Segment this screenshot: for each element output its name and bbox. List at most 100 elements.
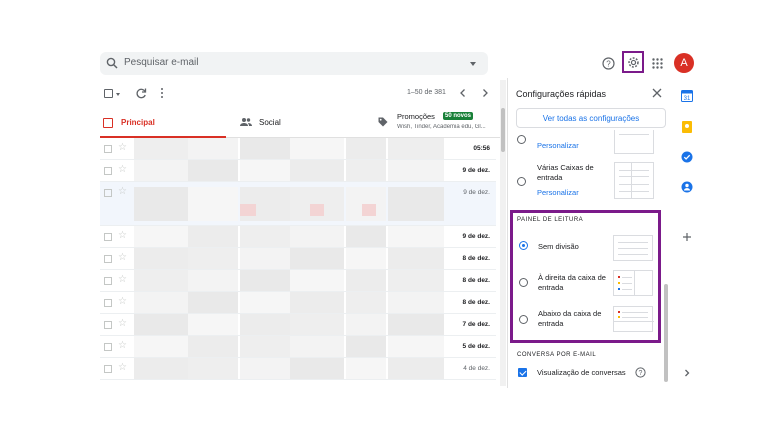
obscured-content: [290, 358, 344, 379]
add-icon[interactable]: [681, 231, 693, 243]
star-icon[interactable]: ☆: [118, 231, 127, 241]
refresh-icon[interactable]: [135, 87, 147, 99]
table-row[interactable]: ☆ 8 de dez.: [100, 270, 496, 292]
table-row[interactable]: ☆ 7 de dez.: [100, 314, 496, 336]
see-all-settings-button[interactable]: Ver todas as configurações: [516, 108, 666, 128]
row-checkbox[interactable]: [104, 189, 112, 197]
row-date: 7 de dez.: [462, 321, 490, 328]
multiple-inboxes-label: Várias Caixas de entrada: [537, 163, 594, 182]
scrollbar-thumb[interactable]: [501, 108, 505, 152]
obscured-content: [388, 160, 444, 181]
tab-label: Social: [259, 118, 281, 127]
star-icon[interactable]: ☆: [118, 341, 127, 351]
obscured-content: [240, 336, 290, 357]
close-icon[interactable]: [652, 88, 662, 98]
obscured-content: [290, 138, 344, 159]
tag-icon: [378, 117, 388, 127]
help-button[interactable]: ?: [599, 54, 617, 72]
chevron-right-icon[interactable]: [681, 367, 693, 379]
obscured-content: [290, 270, 344, 291]
row-date: 9 de dez.: [463, 189, 490, 196]
tab-primary[interactable]: Principal: [100, 108, 226, 138]
obscured-content: [388, 270, 444, 291]
panel-scrollbar[interactable]: [664, 284, 668, 382]
obscured-content: [346, 314, 386, 335]
search-icon: [106, 57, 118, 69]
table-row[interactable]: ☆ 8 de dez.: [100, 248, 496, 270]
search-options-icon[interactable]: [470, 62, 476, 66]
row-checkbox[interactable]: [104, 233, 112, 241]
star-icon[interactable]: ☆: [118, 275, 127, 285]
row-checkbox[interactable]: [104, 255, 112, 263]
obscured-content: [346, 358, 386, 379]
star-icon[interactable]: ☆: [118, 165, 127, 175]
star-icon[interactable]: ☆: [118, 319, 127, 329]
table-row[interactable]: ☆ 8 de dez.: [100, 292, 496, 314]
star-icon[interactable]: ☆: [118, 187, 127, 197]
mail-list: ☆ 05:56 ☆ 9 de dez. ☆ 9 de dez. ☆ 9 de dez. ☆ 8 d…: [100, 138, 496, 384]
obscured-content: [388, 187, 444, 221]
star-icon[interactable]: ☆: [118, 143, 127, 153]
keep-icon[interactable]: [681, 121, 693, 133]
tab-promotions[interactable]: Promoções 50 novos Wish, Tinder, Academi…: [378, 108, 500, 138]
obscured-content: [188, 314, 238, 335]
star-icon[interactable]: ☆: [118, 297, 127, 307]
obscured-content: [388, 138, 444, 159]
search-bar[interactable]: Pesquisar e-mail: [100, 52, 488, 75]
row-date: 8 de dez.: [462, 255, 490, 262]
help-icon: ?: [601, 56, 615, 70]
obscured-content: [240, 226, 290, 247]
obscured-content: [388, 336, 444, 357]
tab-social[interactable]: Social: [240, 108, 370, 138]
more-vert-icon[interactable]: [160, 87, 164, 99]
row-date: 05:56: [473, 145, 490, 152]
row-date: 9 de dez.: [462, 167, 490, 174]
row-checkbox[interactable]: [104, 299, 112, 307]
avatar[interactable]: A: [674, 53, 694, 73]
obscured-content: [310, 204, 324, 216]
pagination-label: 1–50 de 381: [407, 89, 446, 96]
tasks-icon[interactable]: [681, 151, 693, 163]
row-checkbox[interactable]: [104, 321, 112, 329]
search-input[interactable]: Pesquisar e-mail: [124, 57, 198, 68]
obscured-content: [362, 204, 376, 216]
density-radio[interactable]: [517, 135, 526, 144]
table-row[interactable]: ☆ 9 de dez.: [100, 160, 496, 182]
customize-link[interactable]: Personalizar: [537, 141, 579, 150]
row-date: 8 de dez.: [462, 299, 490, 306]
obscured-content: [240, 204, 256, 216]
table-row[interactable]: ☆ 5 de dez.: [100, 336, 496, 358]
contacts-icon[interactable]: [681, 181, 693, 193]
customize-link[interactable]: Personalizar: [537, 188, 579, 197]
obscured-content: [134, 336, 188, 357]
star-icon[interactable]: ☆: [118, 363, 127, 373]
multiple-inboxes-radio[interactable]: [517, 177, 526, 186]
obscured-content: [290, 292, 344, 313]
table-row[interactable]: ☆ 9 de dez.: [100, 226, 496, 248]
star-icon[interactable]: ☆: [118, 253, 127, 263]
select-all-checkbox[interactable]: [104, 89, 113, 98]
calendar-icon[interactable]: 31: [681, 90, 693, 102]
obscured-content: [134, 138, 188, 159]
tab-label: Principal: [121, 118, 155, 127]
apps-button[interactable]: [648, 54, 666, 72]
row-date: 4 de dez.: [463, 365, 490, 372]
help-icon[interactable]: ?: [635, 367, 646, 378]
settings-button[interactable]: [622, 51, 644, 73]
obscured-content: [388, 314, 444, 335]
obscured-content: [188, 138, 238, 159]
table-row[interactable]: ☆ 9 de dez.: [100, 182, 496, 226]
chevron-left-icon[interactable]: [458, 87, 468, 99]
row-checkbox[interactable]: [104, 145, 112, 153]
select-menu-icon[interactable]: [116, 93, 120, 96]
chevron-right-icon[interactable]: [480, 87, 490, 99]
row-checkbox[interactable]: [104, 343, 112, 351]
row-checkbox[interactable]: [104, 365, 112, 373]
table-row[interactable]: ☆ 4 de dez.: [100, 358, 496, 380]
mail-list-scrollbar[interactable]: [500, 80, 506, 386]
row-checkbox[interactable]: [104, 167, 112, 175]
conversation-view-checkbox[interactable]: [518, 368, 527, 377]
table-row[interactable]: ☆ 05:56: [100, 138, 496, 160]
side-panel-rail: 31: [676, 80, 698, 386]
row-checkbox[interactable]: [104, 277, 112, 285]
